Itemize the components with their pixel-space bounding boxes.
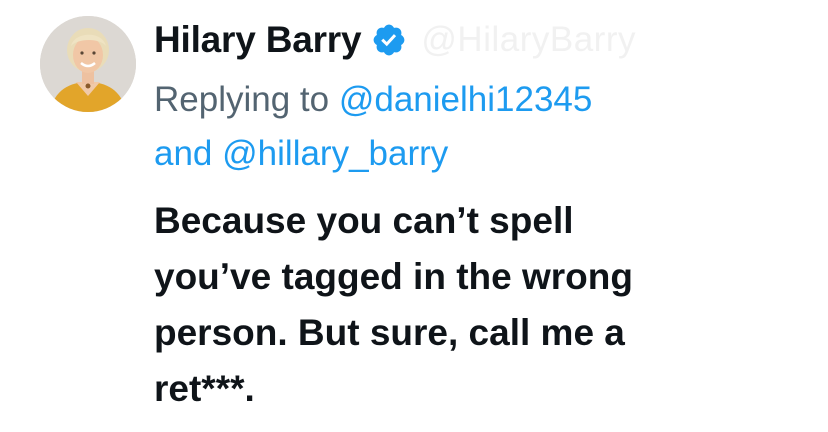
tweet-text-line: you’ve tagged in the wrong: [154, 256, 633, 297]
mention-link-2[interactable]: @hillary_barry: [222, 134, 448, 173]
replying-to-label: Replying to: [154, 80, 330, 119]
author-display-name[interactable]: Hilary Barry: [154, 19, 362, 61]
author-avatar[interactable]: [40, 16, 136, 112]
replying-to-line-2: and @hillary_barry: [154, 127, 448, 181]
avatar-image: [40, 16, 136, 112]
tweet-text-line: ret***.: [154, 368, 255, 409]
tweet-text-line: Because you can’t spell: [154, 200, 574, 241]
verified-badge-icon: [371, 22, 407, 58]
faded-handle: @HilaryBarry: [421, 20, 636, 59]
replying-conjunction: and: [154, 134, 213, 173]
tweet-header: Hilary Barry @HilaryBarry: [154, 14, 636, 66]
mention-link-1[interactable]: @danielhi12345: [339, 80, 593, 119]
tweet-text: Because you can’t spell you’ve tagged in…: [154, 193, 794, 417]
replying-to-line: Replying to @danielhi12345: [154, 73, 592, 127]
tweet-text-line: person. But sure, call me a: [154, 312, 625, 353]
